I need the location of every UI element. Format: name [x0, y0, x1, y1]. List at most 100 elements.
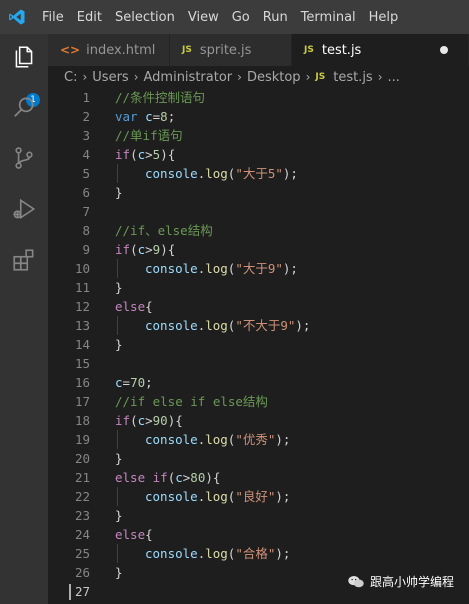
code-line[interactable]: console.log("合格"); [115, 544, 469, 563]
code-line[interactable]: console.log("大于9"); [115, 259, 469, 278]
tab-index-html[interactable]: <> index.html [48, 34, 170, 66]
watermark-text: 跟高小帅学编程 [370, 575, 455, 589]
code-line[interactable]: console.log("优秀"); [115, 430, 469, 449]
code-line[interactable]: if(c>9){ [115, 240, 469, 259]
code-token: ){ [205, 470, 221, 485]
code-line[interactable]: var c=8; [115, 107, 469, 126]
run-debug-icon[interactable] [11, 196, 37, 222]
code-token: if [152, 470, 168, 485]
code-line[interactable]: //if、else结构 [115, 221, 469, 240]
tab-test-js[interactable]: JS test.js [292, 34, 469, 66]
menu-selection[interactable]: Selection [115, 10, 175, 25]
extensions-icon[interactable] [11, 247, 37, 273]
breadcrumb-file[interactable]: test.js [333, 70, 372, 85]
source-control-icon[interactable] [11, 145, 37, 171]
breadcrumb-segment[interactable]: C: [64, 70, 77, 85]
code-token: > [145, 242, 153, 257]
code-token: ){ [160, 147, 176, 162]
code-token: console [145, 318, 198, 333]
line-number: 16 [74, 375, 90, 390]
menu-run[interactable]: Run [263, 10, 288, 25]
code-line[interactable] [115, 354, 469, 373]
code-area[interactable]: //条件控制语句 var c=8;//单if语句 if(c>5){console.l… [115, 88, 469, 601]
line-number: 11 [74, 280, 90, 295]
menu-file[interactable]: File [42, 10, 64, 25]
tab-bar: <> index.html JS sprite.js JS test.js [48, 34, 469, 66]
menu-go[interactable]: Go [232, 10, 250, 25]
code-line[interactable]: } [115, 335, 469, 354]
activity-bar: 1 [0, 34, 48, 604]
line-number: 9 [82, 242, 90, 257]
code-token: "合格" [235, 546, 276, 561]
breadcrumb-segment[interactable]: Users [92, 70, 128, 85]
code-token: if [115, 147, 131, 162]
code-token: log [205, 546, 228, 561]
code-line[interactable]: else if(c>80){ [115, 468, 469, 487]
code-line[interactable]: else{ [115, 525, 469, 544]
breadcrumb-more[interactable]: ... [388, 70, 400, 85]
breadcrumb-segment[interactable]: Administrator [144, 70, 233, 85]
code-line[interactable]: } [115, 183, 469, 202]
code-token: = [122, 375, 131, 390]
code-line[interactable]: //单if语句 [115, 126, 469, 145]
code-line[interactable]: console.log("良好"); [115, 487, 469, 506]
code-editor[interactable]: 1 2 3 4 5 6 7 8 9 10 11 12 13 14 15 16 17 18 19 20 21 22 23 24 2… [48, 88, 469, 604]
code-token: else [115, 527, 146, 542]
line-number: 17 [74, 394, 90, 409]
code-token: { [145, 527, 153, 542]
search-icon[interactable] [11, 94, 37, 120]
code-token: log [205, 166, 228, 181]
line-number: 14 [74, 337, 90, 352]
line-number: 10 [74, 261, 90, 276]
line-number: 21 [74, 470, 90, 485]
chevron-right-icon: › [133, 70, 139, 84]
code-token: console [145, 489, 198, 504]
code-line[interactable]: c=70; [115, 373, 469, 392]
unsaved-dot-icon[interactable] [440, 46, 448, 54]
code-line[interactable]: } [115, 449, 469, 468]
code-token: log [205, 489, 228, 504]
code-token: 8 [160, 109, 168, 124]
code-line[interactable] [115, 202, 469, 221]
line-number: 18 [74, 413, 90, 428]
title-bar: File Edit Selection View Go Run Terminal Help [0, 0, 469, 34]
code-token: ){ [167, 413, 183, 428]
line-number: 25 [74, 546, 90, 561]
code-token: else [115, 299, 146, 314]
line-number: 24 [74, 527, 90, 542]
code-token: ); [275, 489, 291, 504]
menu-edit[interactable]: Edit [77, 10, 102, 25]
code-token: } [115, 451, 123, 466]
line-number: 5 [82, 166, 90, 181]
menu-terminal[interactable]: Terminal [301, 10, 356, 25]
code-token: ){ [160, 242, 176, 257]
code-token: //if、else结构 [115, 223, 213, 238]
menu-help[interactable]: Help [369, 10, 399, 25]
code-line[interactable]: if(c>5){ [115, 145, 469, 164]
code-token: c [115, 375, 123, 390]
code-token: //条件控制语句 [115, 90, 206, 105]
code-token: > [145, 147, 153, 162]
js-file-icon: JS [182, 45, 192, 55]
explorer-icon[interactable] [11, 44, 37, 70]
menu-view[interactable]: View [188, 10, 219, 25]
chevron-right-icon: › [305, 70, 311, 84]
code-token: c [137, 242, 146, 257]
code-line[interactable]: //条件控制语句 [115, 88, 469, 107]
code-line[interactable]: //if else if else结构 [115, 392, 469, 411]
code-line[interactable]: else{ [115, 297, 469, 316]
code-line[interactable]: if(c>90){ [115, 411, 469, 430]
code-token: ); [275, 546, 291, 561]
code-line[interactable]: } [115, 278, 469, 297]
js-file-icon: JS [315, 72, 326, 82]
code-line[interactable]: } [115, 506, 469, 525]
code-line[interactable]: console.log("大于5"); [115, 164, 469, 183]
code-token: c [137, 147, 146, 162]
tab-label: sprite.js [199, 42, 252, 58]
breadcrumb-segment[interactable]: Desktop [247, 70, 301, 85]
code-line[interactable]: console.log("不大于9"); [115, 316, 469, 335]
indent-guide [117, 544, 118, 563]
tab-sprite-js[interactable]: JS sprite.js [170, 34, 292, 66]
code-token: > [145, 413, 153, 428]
